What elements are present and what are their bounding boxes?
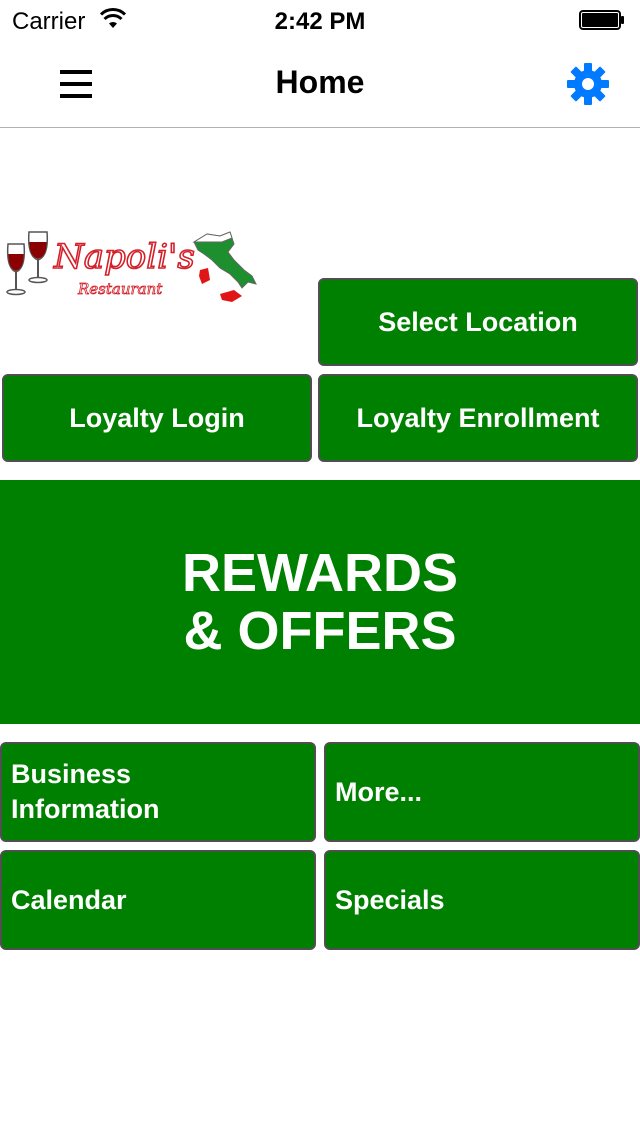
more-button[interactable]: More... xyxy=(324,742,640,842)
specials-button[interactable]: Specials xyxy=(324,850,640,950)
select-location-label: Select Location xyxy=(378,306,578,337)
business-information-line2: Information xyxy=(11,794,160,824)
rewards-label-line2: & OFFERS xyxy=(183,601,457,661)
select-location-button[interactable]: Select Location xyxy=(318,278,638,366)
business-information-button[interactable]: Business Information xyxy=(0,742,316,842)
rewards-label-line1: REWARDS xyxy=(181,543,458,603)
loyalty-enrollment-label: Loyalty Enrollment xyxy=(356,402,600,433)
loyalty-login-button[interactable]: Loyalty Login xyxy=(2,374,312,462)
page-title: Home xyxy=(275,64,365,100)
calendar-label: Calendar xyxy=(11,884,127,915)
battery-icon xyxy=(579,10,624,30)
italy-map-icon xyxy=(192,231,257,302)
loyalty-enrollment-button[interactable]: Loyalty Enrollment xyxy=(318,374,638,462)
restaurant-logo: Napoli's Restaurant xyxy=(6,231,257,302)
specials-label: Specials xyxy=(335,884,445,915)
rewards-offers-button[interactable]: REWARDS & OFFERS xyxy=(0,480,640,724)
calendar-button[interactable]: Calendar xyxy=(0,850,316,950)
wine-glasses-icon xyxy=(6,231,49,296)
status-time: 2:42 PM xyxy=(274,8,366,35)
gear-icon[interactable] xyxy=(564,60,612,108)
more-label: More... xyxy=(335,776,423,807)
status-bar: Carrier 2:42 PM xyxy=(0,0,640,40)
loyalty-login-label: Loyalty Login xyxy=(69,402,245,433)
logo-brand-text: Napoli's xyxy=(53,237,195,277)
business-information-label: Business Information xyxy=(11,757,160,827)
logo-subtitle-text: Restaurant xyxy=(77,280,163,298)
business-information-line1: Business xyxy=(11,759,132,789)
navigation-bar: Home xyxy=(0,40,640,128)
